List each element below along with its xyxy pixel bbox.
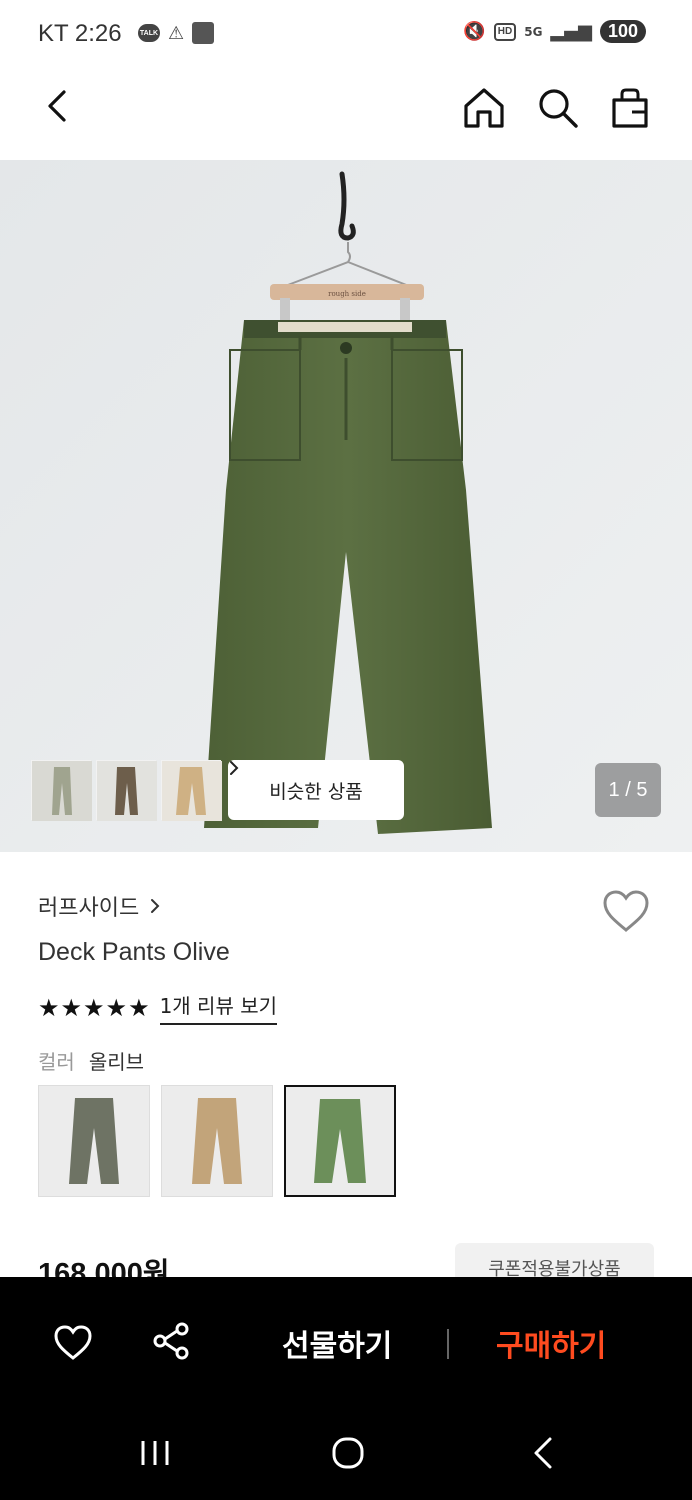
star-icon: ★ <box>83 993 105 1022</box>
color-swatch-beige[interactable] <box>161 1085 273 1197</box>
rating-row: ★ ★ ★ ★ ★ 1개 리뷰 보기 <box>38 990 278 1025</box>
star-icon: ★ <box>60 993 83 1022</box>
hanger-text: rough side <box>328 290 366 298</box>
star-icon: ★ <box>105 993 128 1022</box>
brand-name: 러프사이드 <box>38 896 140 921</box>
back-chevron-icon <box>534 1437 552 1469</box>
star-icon: ★ <box>38 993 60 1022</box>
swatch-beige-image <box>162 1086 272 1196</box>
similar-products-label: 비슷한 상품 <box>269 780 363 803</box>
hd-icon: HD <box>493 22 517 41</box>
home-circle-icon <box>332 1437 364 1469</box>
product-main-image: rough side <box>0 160 692 852</box>
recent-apps-icon <box>141 1441 169 1465</box>
bottom-wishlist-button[interactable] <box>52 1323 94 1363</box>
thumbnail-gray[interactable] <box>31 760 92 821</box>
product-name: Deck Pants Olive <box>38 938 230 966</box>
voicemail-icon: ⚠ <box>168 22 185 44</box>
home-icon <box>464 88 504 128</box>
kakaotalk-icon: TALK <box>138 24 160 42</box>
bottom-action-bar: 선물하기 구매하기 <box>0 1277 692 1500</box>
recent-apps-button[interactable] <box>138 1437 172 1469</box>
signal-icon: ▂▄▆ <box>550 21 592 42</box>
network-5g-icon: 5G <box>524 24 543 39</box>
home-button[interactable] <box>460 84 508 132</box>
thumbnail-beige[interactable] <box>161 760 222 821</box>
star-rating: ★ ★ ★ ★ ★ <box>38 996 150 1020</box>
gift-button[interactable]: 선물하기 <box>282 1321 392 1365</box>
search-button[interactable] <box>534 84 582 132</box>
color-row: 컬러 올리브 <box>38 1046 144 1075</box>
status-bar: KT 2:26 TALK ⚠ 🔇 HD 5G ▂▄▆ 100 <box>0 0 692 66</box>
wishlist-button[interactable] <box>600 888 652 936</box>
product-page: KT 2:26 TALK ⚠ 🔇 HD 5G ▂▄▆ 100 rough sid… <box>0 0 692 1500</box>
shopping-bag-icon <box>612 88 648 128</box>
thumbnail-gray-image <box>32 761 92 821</box>
back-icon <box>48 90 66 122</box>
image-page-counter: 1 / 5 <box>595 763 661 817</box>
back-button[interactable] <box>36 84 80 128</box>
status-notifications: TALK ⚠ <box>138 22 215 44</box>
thumbnail-beige-image <box>162 761 222 821</box>
chevron-right-icon <box>151 899 160 913</box>
message-icon <box>192 22 215 44</box>
thumbnail-brown-image <box>97 761 157 821</box>
color-label: 컬러 <box>38 1050 75 1074</box>
heart-outline-icon <box>603 890 649 932</box>
share-icon <box>153 1322 189 1360</box>
divider <box>447 1329 449 1359</box>
heart-outline-icon <box>54 1325 92 1360</box>
system-navigation-bar <box>0 1417 692 1500</box>
chevron-right-icon <box>230 761 239 775</box>
similar-products-button[interactable]: 비슷한 상품 <box>228 760 404 820</box>
system-home-button[interactable] <box>330 1435 366 1471</box>
review-link[interactable]: 1개 리뷰 보기 <box>159 990 278 1025</box>
battery-icon: 100 <box>599 20 646 43</box>
swatch-charcoal-image <box>39 1086 149 1196</box>
status-system: 🔇 HD 5G ▂▄▆ 100 <box>463 20 646 43</box>
search-icon <box>539 89 578 128</box>
brand-link[interactable]: 러프사이드 <box>38 890 161 922</box>
top-app-bar <box>0 66 692 160</box>
system-back-button[interactable] <box>528 1435 558 1471</box>
thumbnail-brown[interactable] <box>96 760 157 821</box>
color-value: 올리브 <box>88 1050 145 1074</box>
swatch-olive-image <box>286 1087 394 1195</box>
clock-label: 2:26 <box>74 20 122 47</box>
buy-button[interactable]: 구매하기 <box>496 1321 606 1365</box>
product-image-gallery[interactable]: rough side 비슷한 상품 1 / 5 <box>0 160 692 852</box>
mute-icon: 🔇 <box>463 21 486 42</box>
share-button[interactable] <box>152 1321 192 1361</box>
star-icon: ★ <box>128 993 150 1022</box>
cart-button[interactable] <box>606 84 654 132</box>
carrier-label: KT <box>38 20 69 47</box>
status-carrier-time: KT 2:26 <box>38 20 122 48</box>
color-swatch-olive[interactable] <box>284 1085 396 1197</box>
color-swatch-charcoal[interactable] <box>38 1085 150 1197</box>
